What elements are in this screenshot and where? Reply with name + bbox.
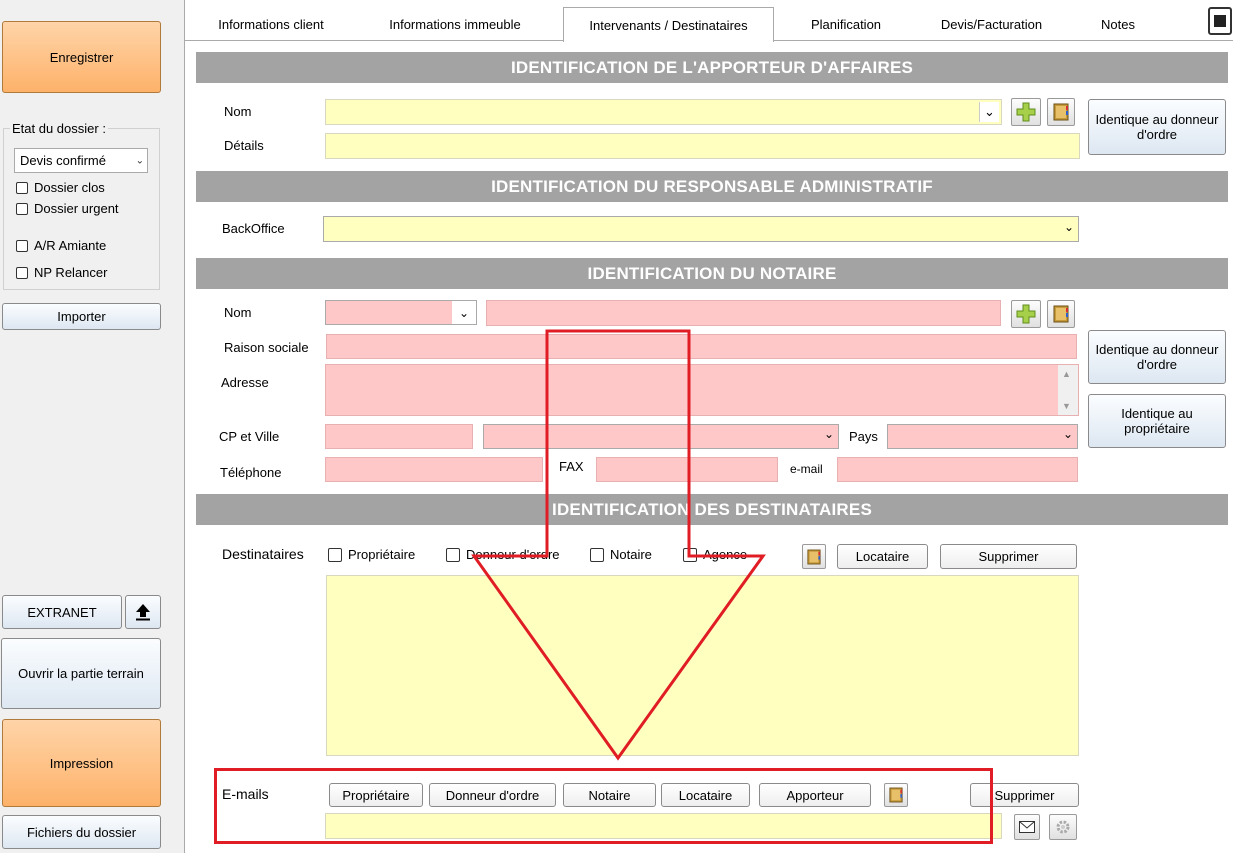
annotation-arrow — [471, 329, 766, 761]
